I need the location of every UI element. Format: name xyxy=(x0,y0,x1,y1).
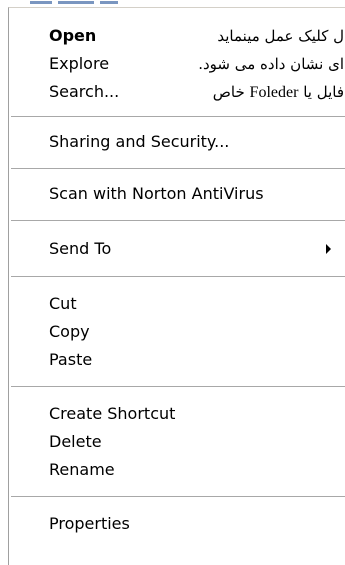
window-top-strip xyxy=(0,0,345,7)
menu-item-send-to[interactable]: Send To xyxy=(9,236,345,262)
menu-item-delete[interactable]: Delete xyxy=(9,429,345,455)
menu-item-sharing-security[interactable]: Sharing and Security... xyxy=(9,129,345,155)
strip-tick xyxy=(58,1,94,4)
menu-item-label: Open xyxy=(49,26,97,45)
menu-separator xyxy=(11,220,345,222)
strip-tick xyxy=(100,1,118,4)
farsi-annotation-prefix: فایل یا xyxy=(303,83,344,101)
menu-item-label: Rename xyxy=(49,460,115,479)
menu-item-label: Search... xyxy=(49,82,120,101)
menu-item-label: Cut xyxy=(49,294,77,313)
menu-item-create-shortcut[interactable]: Create Shortcut xyxy=(9,401,345,427)
menu-item-copy[interactable]: Copy xyxy=(9,319,345,345)
menu-item-label: Scan with Norton AntiVirus xyxy=(49,184,264,203)
menu-item-label: Send To xyxy=(49,239,112,258)
menu-item-paste[interactable]: Paste xyxy=(9,347,345,373)
menu-item-label: Copy xyxy=(49,322,90,341)
farsi-annotation-line-2: ای نشان داده می شود. xyxy=(198,53,344,75)
strip-tick xyxy=(30,1,52,4)
menu-separator xyxy=(11,496,345,498)
menu-separator xyxy=(11,168,345,170)
menu-item-scan-norton[interactable]: Scan with Norton AntiVirus xyxy=(9,181,345,207)
menu-item-label: Delete xyxy=(49,432,102,451)
menu-item-label: Properties xyxy=(49,514,130,533)
menu-item-cut[interactable]: Cut xyxy=(9,291,345,317)
farsi-annotation-line-1: ل کلیک عمل مینماید xyxy=(217,25,344,47)
farsi-annotation-line-3: فایل یا Foleder خاص xyxy=(212,81,344,104)
menu-item-properties[interactable]: Properties xyxy=(9,511,345,537)
farsi-annotation-latin: Foleder xyxy=(249,84,299,101)
farsi-annotation-suffix: خاص xyxy=(212,83,245,101)
menu-item-label: Sharing and Security... xyxy=(49,132,230,151)
menu-item-label: Create Shortcut xyxy=(49,404,176,423)
menu-item-label: Explore xyxy=(49,54,110,73)
menu-separator xyxy=(11,116,345,118)
menu-separator xyxy=(11,386,345,388)
menu-item-label: Paste xyxy=(49,350,93,369)
menu-item-rename[interactable]: Rename xyxy=(9,457,345,483)
menu-separator xyxy=(11,276,345,278)
submenu-arrow-icon xyxy=(326,244,331,254)
